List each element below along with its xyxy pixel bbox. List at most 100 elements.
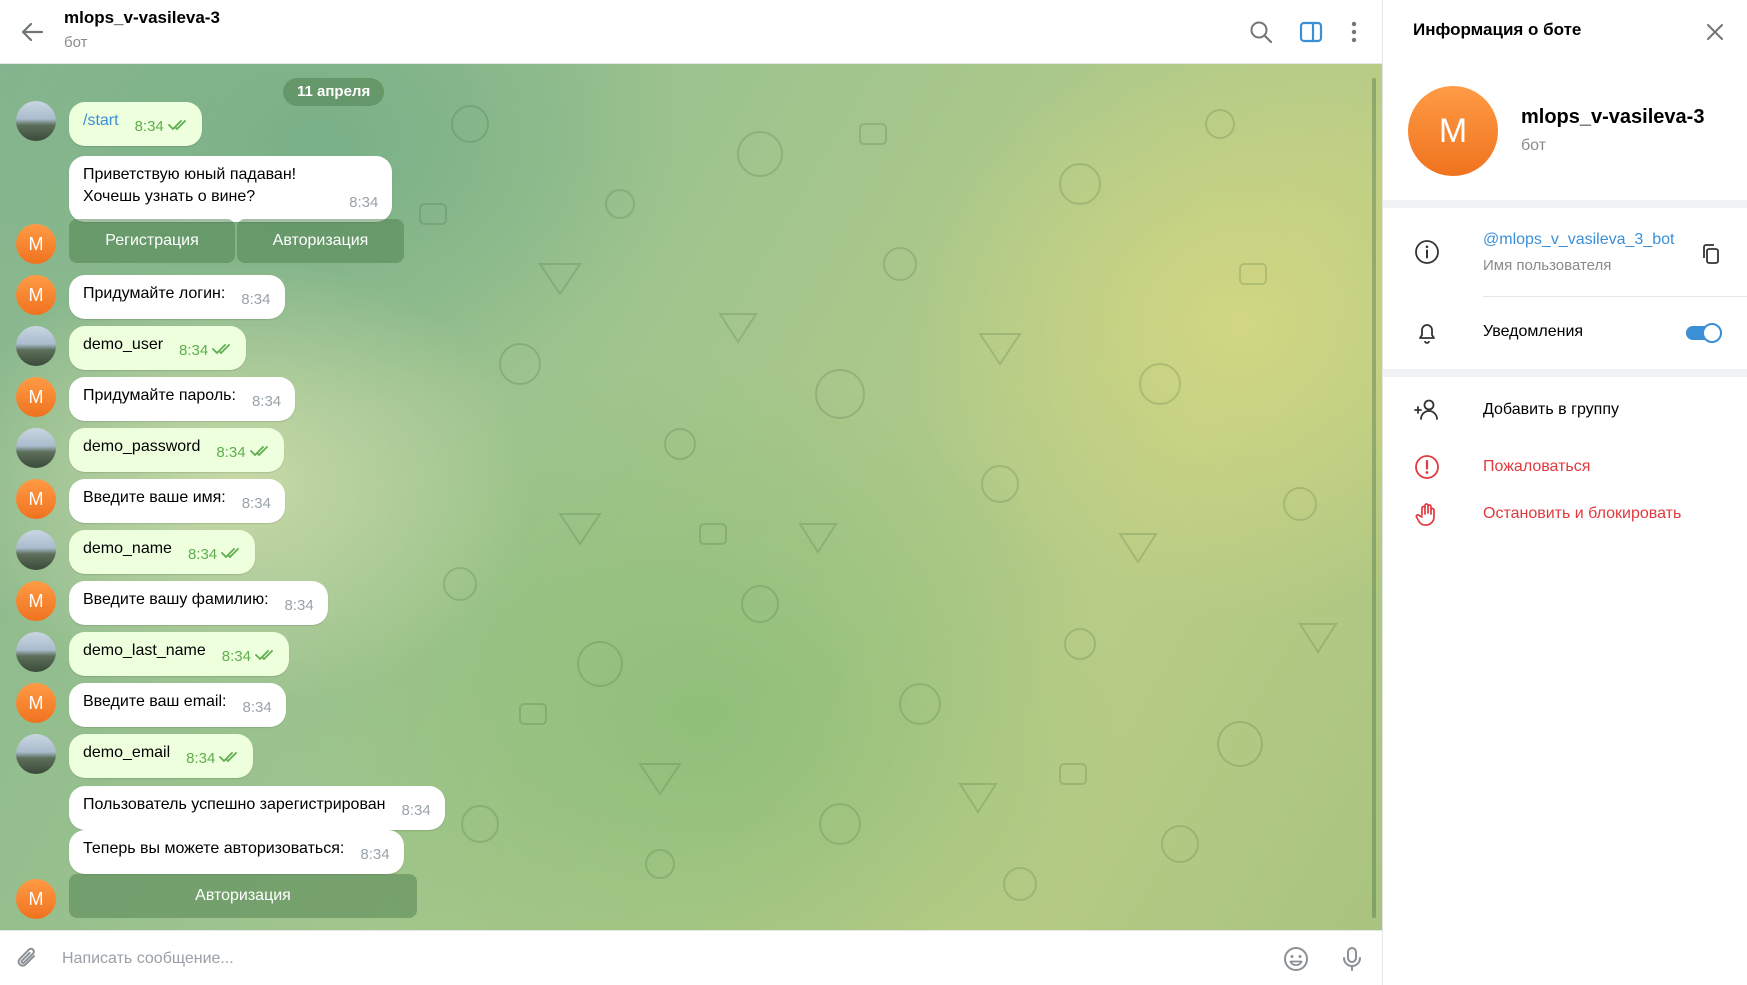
bot-profile-name: mlops_v-vasileva-3 bbox=[1521, 106, 1705, 128]
user-avatar[interactable] bbox=[16, 632, 56, 672]
more-vertical-icon[interactable] bbox=[1340, 18, 1368, 46]
bot-avatar[interactable]: M bbox=[16, 275, 56, 315]
report-icon bbox=[1415, 455, 1439, 479]
inline-keyboard: Авторизация bbox=[69, 874, 417, 918]
copy-icon[interactable] bbox=[1699, 242, 1723, 266]
message-time: 8:34 bbox=[221, 648, 251, 665]
message-text: Пользователь успешно зарегистрирован bbox=[83, 796, 386, 813]
message-bubble-incoming[interactable]: Пользователь успешно зарегистрирован 8:34 bbox=[69, 786, 445, 830]
user-avatar[interactable] bbox=[16, 734, 56, 774]
message-input[interactable] bbox=[60, 943, 1264, 975]
message-bubble-incoming[interactable]: Придумайте пароль: 8:34 bbox=[69, 377, 296, 421]
bot-username-link[interactable]: @mlops_v_vasileva_3_bot bbox=[1483, 231, 1674, 249]
notifications-toggle[interactable] bbox=[1685, 322, 1723, 344]
message-text: demo_password bbox=[83, 438, 201, 455]
message-text: Введите ваше имя: bbox=[83, 489, 226, 506]
section-divider bbox=[1383, 369, 1747, 377]
user-avatar[interactable] bbox=[16, 101, 56, 141]
add-user-icon bbox=[1414, 399, 1438, 420]
message-text: Введите ваш email: bbox=[83, 693, 227, 710]
stop-hand-icon bbox=[1415, 503, 1435, 526]
bot-avatar[interactable]: M bbox=[16, 879, 56, 919]
message-time: 8:34 bbox=[187, 546, 218, 563]
report-button[interactable]: Пожаловаться bbox=[1483, 458, 1590, 476]
message-time: 8:34 bbox=[186, 750, 216, 767]
message-time: 8:34 bbox=[179, 342, 209, 359]
bot-avatar[interactable]: M bbox=[16, 224, 56, 264]
search-icon[interactable] bbox=[1247, 18, 1275, 46]
bot-avatar[interactable]: M bbox=[16, 581, 56, 621]
double-check-icon bbox=[167, 120, 186, 131]
chat-header: mlops_v-vasileva-3 бот bbox=[0, 0, 1382, 64]
message-text: Теперь вы можете авторизоваться: bbox=[83, 840, 345, 857]
message-bubble-incoming[interactable]: Теперь вы можете авторизоваться: 8:34 bbox=[69, 830, 404, 874]
message-text: demo_name bbox=[83, 540, 172, 557]
section-divider bbox=[1383, 200, 1747, 208]
double-check-icon bbox=[221, 548, 240, 559]
info-icon bbox=[1415, 240, 1439, 264]
authorize-button[interactable]: Авторизация bbox=[237, 219, 404, 263]
message-time: 8:34 bbox=[134, 118, 164, 135]
message-bubble-outgoing[interactable]: demo_last_name 8:34 bbox=[69, 632, 289, 676]
back-arrow-icon[interactable] bbox=[16, 16, 48, 48]
user-avatar[interactable] bbox=[16, 428, 56, 468]
message-time: 8:34 bbox=[284, 597, 314, 614]
message-text-line: Приветствую юный падаван! bbox=[83, 166, 297, 183]
double-check-icon bbox=[249, 446, 268, 457]
chat-subtitle: бот bbox=[64, 34, 88, 51]
user-avatar[interactable] bbox=[16, 326, 56, 366]
microphone-icon[interactable] bbox=[1338, 945, 1366, 973]
message-composer bbox=[0, 930, 1382, 985]
message-bubble-incoming[interactable]: Введите ваш email: 8:34 bbox=[69, 683, 286, 727]
message-text: demo_last_name bbox=[83, 642, 206, 659]
chat-scrollbar[interactable] bbox=[1372, 78, 1376, 918]
notifications-label: Уведомления bbox=[1483, 323, 1584, 340]
message-time: 8:34 bbox=[251, 393, 282, 410]
paperclip-icon[interactable] bbox=[14, 945, 42, 973]
message-text[interactable]: /start bbox=[83, 112, 119, 129]
message-bubble-incoming[interactable]: Придумайте логин: 8:34 bbox=[69, 275, 285, 319]
user-avatar[interactable] bbox=[16, 530, 56, 570]
message-text: Придумайте пароль: bbox=[83, 387, 236, 404]
message-bubble-incoming[interactable]: Приветствую юный падаван! Хочешь узнать … bbox=[69, 156, 393, 222]
message-bubble-outgoing[interactable]: demo_email 8:34 bbox=[69, 734, 254, 778]
row-divider bbox=[1483, 296, 1747, 297]
bot-profile-avatar[interactable]: M bbox=[1408, 86, 1498, 176]
double-check-icon bbox=[219, 752, 238, 763]
message-text: Введите вашу фамилию: bbox=[83, 591, 269, 608]
message-text-line: Хочешь узнать о вине? bbox=[83, 188, 256, 205]
username-caption: Имя пользователя bbox=[1483, 257, 1612, 274]
message-bubble-incoming[interactable]: Введите ваше имя: 8:34 bbox=[69, 479, 285, 523]
bell-icon bbox=[1419, 324, 1435, 344]
message-time: 8:34 bbox=[241, 495, 271, 512]
message-time: 8:34 bbox=[401, 802, 431, 819]
message-bubble-outgoing[interactable]: demo_password 8:34 bbox=[69, 428, 284, 472]
message-bubble-outgoing[interactable]: demo_user 8:34 bbox=[69, 326, 247, 370]
authorize-button[interactable]: Авторизация bbox=[69, 874, 417, 918]
message-bubble-outgoing[interactable]: demo_name 8:34 bbox=[69, 530, 256, 574]
message-time: 8:34 bbox=[242, 699, 272, 716]
bot-info-panel: Информация о боте M mlops_v-vasileva-3 б… bbox=[1382, 0, 1747, 985]
chat-title[interactable]: mlops_v-vasileva-3 bbox=[64, 8, 220, 28]
bot-profile-status: бот bbox=[1521, 137, 1547, 154]
bot-avatar[interactable]: M bbox=[16, 377, 56, 417]
date-badge: 11 апреля bbox=[283, 78, 385, 106]
message-bubble-incoming[interactable]: Введите вашу фамилию: 8:34 bbox=[69, 581, 328, 625]
message-time: 8:34 bbox=[349, 194, 379, 211]
register-button[interactable]: Регистрация bbox=[69, 219, 235, 263]
bot-avatar[interactable]: M bbox=[16, 479, 56, 519]
message-bubble-outgoing[interactable]: /start 8:34 bbox=[69, 102, 202, 146]
add-to-group-button[interactable]: Добавить в группу bbox=[1483, 401, 1619, 419]
side-panel-toggle-icon[interactable] bbox=[1297, 18, 1325, 46]
emoji-icon[interactable] bbox=[1282, 945, 1310, 973]
double-check-icon bbox=[255, 650, 273, 661]
message-text: demo_user bbox=[83, 336, 164, 353]
message-time: 8:34 bbox=[241, 291, 271, 308]
bot-avatar[interactable]: M bbox=[16, 683, 56, 723]
message-text: demo_email bbox=[83, 744, 171, 761]
close-icon[interactable] bbox=[1701, 18, 1729, 46]
double-check-icon bbox=[212, 344, 231, 355]
chat-messages-area: 11 апреля /start 8:34 Приветствую юный па… bbox=[0, 64, 1382, 930]
stop-and-block-button[interactable]: Остановить и блокировать bbox=[1483, 505, 1681, 523]
panel-title: Информация о боте bbox=[1413, 20, 1582, 39]
